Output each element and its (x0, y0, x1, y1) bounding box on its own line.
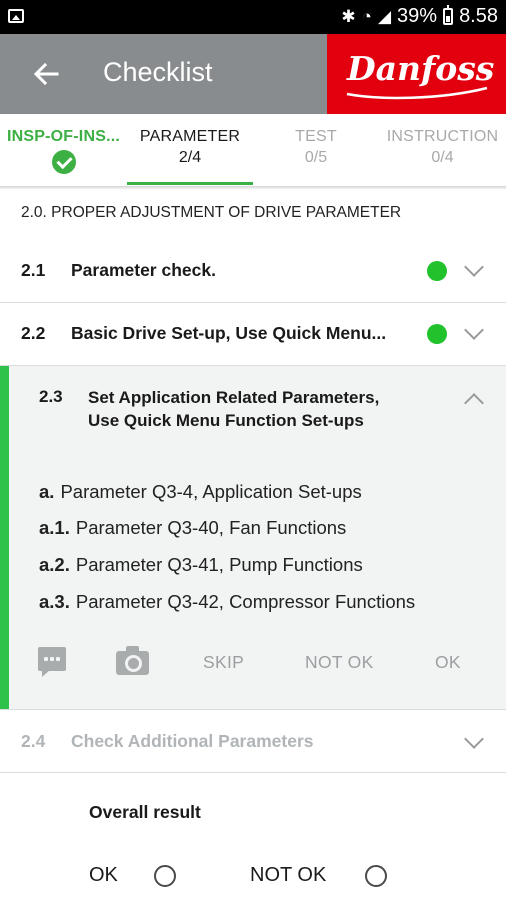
overall-not-ok-label: NOT OK (250, 864, 327, 886)
parameter-text: Parameter Q3-4, Application Set-ups (60, 481, 362, 502)
arrow-back-icon (33, 62, 59, 86)
parameter-prefix: a. (39, 481, 55, 502)
tab-insp-of-ins[interactable]: INSP-OF-INS... (0, 114, 127, 186)
active-tab-indicator (127, 182, 253, 185)
image-notification-icon (8, 9, 24, 23)
back-button[interactable] (28, 56, 64, 92)
not-ok-button[interactable]: NOT OK (305, 652, 374, 673)
tab-count: 2/4 (178, 149, 202, 166)
check-circle-icon (51, 150, 76, 174)
tab-count: 0/4 (431, 149, 454, 166)
item-number: 2.2 (21, 323, 46, 343)
checklist-item-2-1[interactable]: 2.1 Parameter check. (0, 240, 506, 302)
status-complete-icon (427, 324, 447, 344)
status-bar: ✱ ◔ ◢ 39% 8.58 (0, 0, 506, 34)
item-number: 2.4 (21, 731, 46, 751)
overall-ok-label: OK (89, 864, 118, 886)
checklist-item-2-3-expanded: 2.3 Set Application Related Parameters, … (0, 366, 506, 709)
tab-label: PARAMETER (139, 128, 241, 145)
tab-label: TEST (295, 128, 337, 145)
app-bar: Checklist Danfoss (0, 34, 506, 114)
parameter-text: Parameter Q3-40, Fan Functions (75, 517, 347, 538)
parameter-line: a. Parameter Q3-4, Application Set-ups (39, 481, 362, 503)
item-title: Check Additional Parameters (71, 731, 314, 751)
skip-button[interactable]: SKIP (203, 652, 244, 673)
checklist-item-2-2[interactable]: 2.2 Basic Drive Set-up, Use Quick Menu..… (0, 303, 506, 365)
item-number: 2.1 (21, 260, 46, 280)
parameter-prefix: a.2. (39, 554, 70, 575)
tabs-divider (0, 186, 506, 190)
overall-result-label: Overall result (89, 802, 201, 822)
checklist-item-2-4[interactable]: 2.4 Check Additional Parameters (0, 710, 506, 772)
chevron-up-icon[interactable] (464, 393, 484, 413)
parameter-prefix: a.3. (39, 591, 70, 612)
status-complete-icon (427, 261, 447, 281)
page-title: Checklist (103, 57, 213, 87)
tab-test[interactable]: TEST 0/5 (253, 114, 379, 186)
parameter-text: Parameter Q3-42, Compressor Functions (75, 591, 416, 612)
tab-parameter[interactable]: PARAMETER 2/4 (127, 114, 253, 186)
divider (0, 772, 506, 773)
status-icons: ✱ ◔ ◢ 39% 8.58 (341, 5, 498, 28)
ok-button[interactable]: OK (435, 652, 461, 673)
tab-count: 0/5 (304, 149, 328, 166)
parameter-prefix: a.1. (39, 517, 70, 538)
item-title: Parameter check. (71, 260, 216, 280)
item-actions: SKIP NOT OK OK (0, 646, 506, 686)
parameter-text: Parameter Q3-41, Pump Functions (75, 554, 363, 575)
svg-text:Danfoss: Danfoss (346, 49, 494, 88)
overall-ok-radio[interactable] (154, 865, 176, 887)
parameter-line: a.3. Parameter Q3-42, Compressor Function… (39, 591, 415, 613)
step-tabs: INSP-OF-INS... PARAMETER 2/4 TEST 0/5 IN… (0, 114, 506, 186)
tab-label: INSP-OF-INS... (6, 128, 121, 145)
battery-icon (443, 5, 454, 25)
chevron-down-icon[interactable] (464, 320, 484, 340)
parameter-line: a.2. Parameter Q3-41, Pump Functions (39, 554, 363, 576)
battery-percent: 39% (397, 5, 438, 27)
section-heading: 2.0. PROPER ADJUSTMENT OF DRIVE PARAMETE… (21, 204, 402, 221)
overall-not-ok-radio[interactable] (365, 865, 387, 887)
signal-icon: ◢ (377, 7, 392, 26)
item-number: 2.3 (39, 387, 63, 406)
wifi-icon: ◔ (361, 7, 372, 26)
comment-icon[interactable] (38, 647, 66, 677)
bluetooth-icon: ✱ (341, 7, 356, 26)
item-title: Set Application Related Parameters, Use … (88, 388, 380, 430)
tab-instruction[interactable]: INSTRUCTION 0/4 (379, 114, 506, 186)
danfoss-logo-icon: Danfoss (346, 49, 494, 100)
chevron-down-icon[interactable] (464, 729, 484, 749)
brand-logo: Danfoss (327, 34, 506, 114)
chevron-down-icon[interactable] (464, 257, 484, 277)
clock: 8.58 (459, 5, 498, 27)
camera-icon[interactable] (116, 646, 149, 675)
parameter-line: a.1. Parameter Q3-40, Fan Functions (39, 517, 346, 539)
item-title: Basic Drive Set-up, Use Quick Menu... (71, 323, 387, 343)
tab-label: INSTRUCTION (386, 128, 499, 145)
